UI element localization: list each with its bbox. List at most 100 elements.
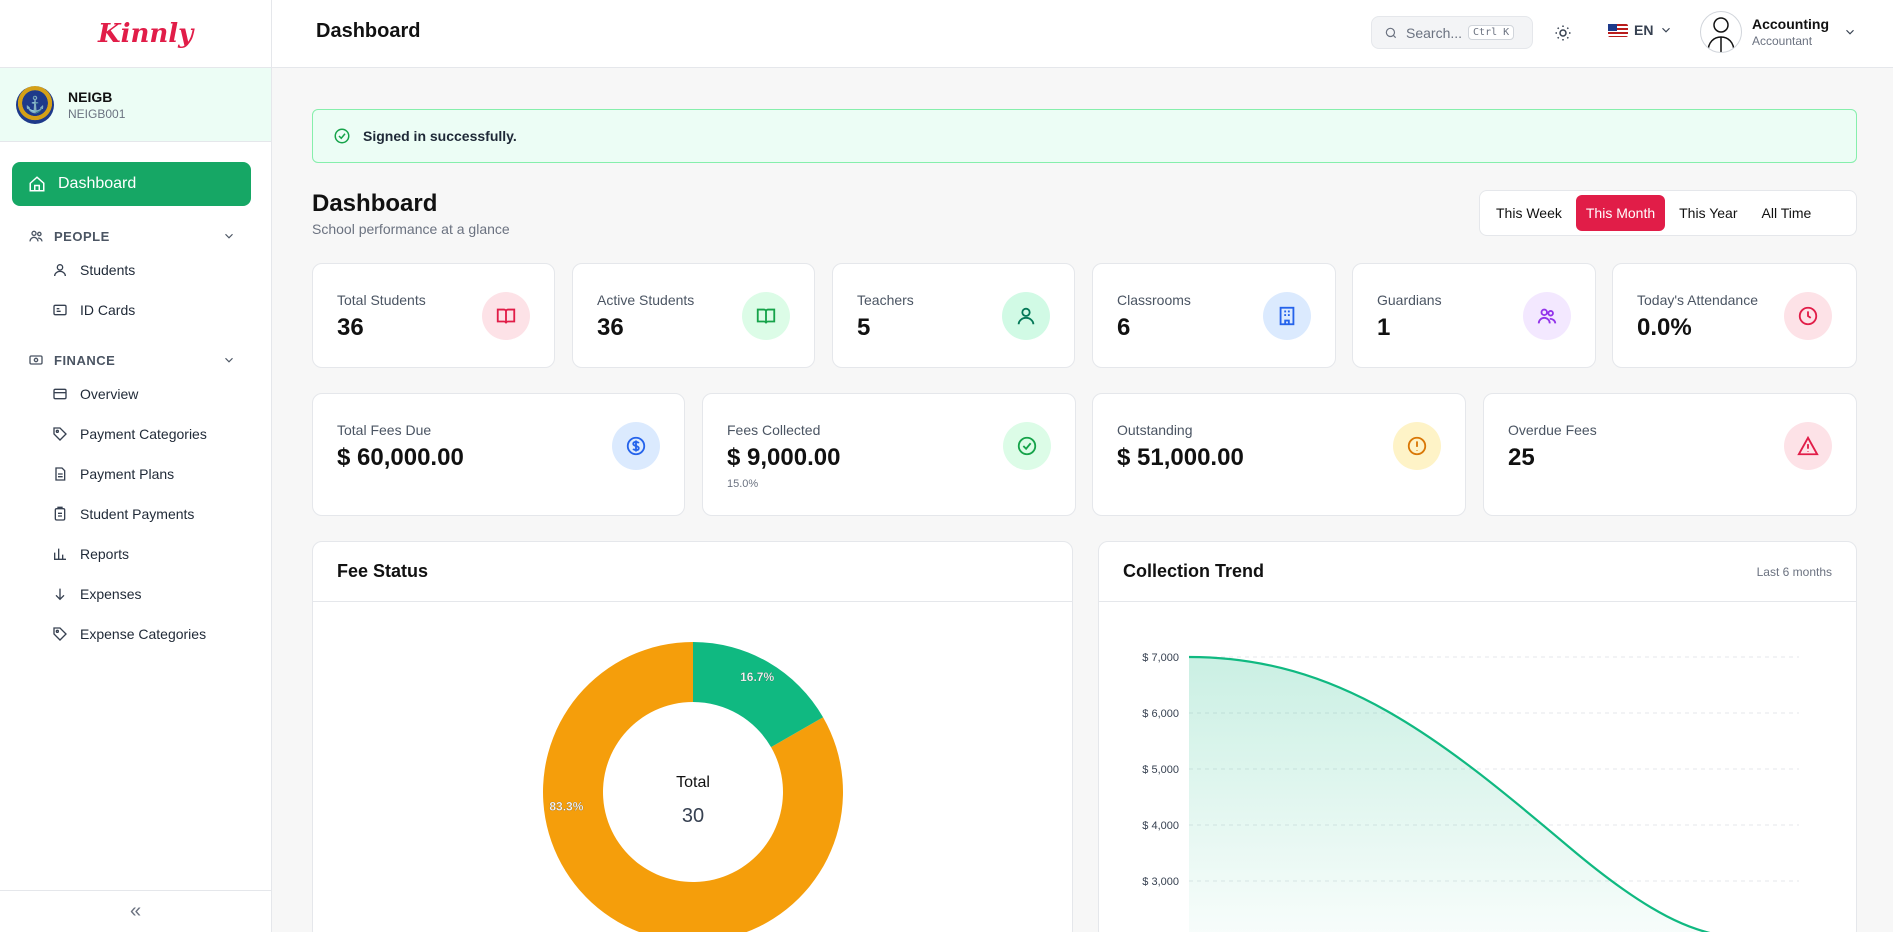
filter-this-month[interactable]: This Month <box>1575 195 1666 231</box>
sidebar-item-expense-categories[interactable]: Expense Categories <box>52 614 271 654</box>
y-tick-label: $ 6,000 <box>1142 708 1179 720</box>
sidebar-item-label: Expense Categories <box>80 626 207 642</box>
alert-text: Signed in successfully. <box>363 128 517 144</box>
language-selector[interactable]: EN <box>1608 22 1673 38</box>
id-card-icon <box>53 304 67 316</box>
people-icon <box>29 230 43 242</box>
user-avatar-icon <box>1707 17 1735 52</box>
language-label: EN <box>1634 22 1654 38</box>
stat-value: 36 <box>597 314 624 341</box>
stat-card-outstanding[interactable]: Outstanding $ 51,000.00 <box>1092 393 1466 516</box>
top-bar: Dashboard Search... Ctrl K EN Accounting… <box>272 0 1893 68</box>
stat-value: $ 60,000.00 <box>337 444 464 471</box>
sidebar-item-payment-categories[interactable]: Payment Categories <box>52 414 271 454</box>
user-icon <box>54 264 66 277</box>
sidebar-item-reports[interactable]: Reports <box>52 534 271 574</box>
page-subtitle: School performance at a glance <box>312 221 510 237</box>
dollar-icon <box>612 422 660 470</box>
tag-icon <box>53 427 67 441</box>
stat-card-total-fees-due[interactable]: Total Fees Due $ 60,000.00 <box>312 393 685 516</box>
book-icon <box>482 292 530 340</box>
sidebar-item-label: Expenses <box>80 586 142 602</box>
stat-card-total-students[interactable]: Total Students 36 <box>312 263 555 368</box>
y-tick-label: $ 3,000 <box>1142 876 1179 888</box>
stat-value: 6 <box>1117 314 1131 341</box>
donut-slice-label: 16.7% <box>740 670 774 684</box>
stat-card-fees-collected[interactable]: Fees Collected $ 9,000.00 15.0% <box>702 393 1076 516</box>
fee-status-donut-chart: 83.3% 16.7% Total 30 <box>543 642 843 932</box>
warning-icon <box>1784 422 1832 470</box>
user-menu[interactable]: Accounting Accountant <box>1700 11 1857 53</box>
stat-value: 25 <box>1508 444 1535 471</box>
stat-value: 5 <box>857 314 871 341</box>
filter-this-year[interactable]: This Year <box>1669 195 1747 231</box>
stat-card-overdue-fees[interactable]: Overdue Fees 25 <box>1483 393 1857 516</box>
donut-slice-label: 83.3% <box>549 800 583 814</box>
stat-label: Overdue Fees <box>1508 422 1597 438</box>
stat-card-todays-attendance[interactable]: Today's Attendance 0.0% <box>1612 263 1857 368</box>
book-open-icon <box>742 292 790 340</box>
section-people-label: PEOPLE <box>54 228 110 244</box>
sidebar-item-student-payments[interactable]: Student Payments <box>52 494 271 534</box>
sidebar-item-payment-plans[interactable]: Payment Plans <box>52 454 271 494</box>
stat-label: Today's Attendance <box>1637 292 1758 308</box>
stat-label: Total Students <box>337 292 426 308</box>
school-name: NEIGB <box>68 88 113 105</box>
clock-icon <box>1784 292 1832 340</box>
sidebar-item-students[interactable]: Students <box>52 250 271 290</box>
sun-icon <box>1555 25 1571 41</box>
search-icon <box>1385 27 1397 38</box>
stat-card-guardians[interactable]: Guardians 1 <box>1352 263 1596 368</box>
sidebar-item-label: Overview <box>80 386 139 402</box>
search-input[interactable]: Search... Ctrl K <box>1371 16 1533 49</box>
stat-value: $ 51,000.00 <box>1117 444 1244 471</box>
school-switcher[interactable]: ⚓ NEIGB NEIGB001 <box>0 68 271 142</box>
chevron-down-icon <box>1846 29 1854 35</box>
sidebar-item-label: Payment Categories <box>80 426 207 442</box>
stat-card-active-students[interactable]: Active Students 36 <box>572 263 815 368</box>
header-title: Dashboard <box>316 20 421 42</box>
alert-circle-icon <box>1393 422 1441 470</box>
stat-label: Active Students <box>597 292 695 308</box>
stat-card-classrooms[interactable]: Classrooms 6 <box>1092 263 1336 368</box>
collection-trend-panel: Collection Trend Last 6 months $ 7,000 $ … <box>1098 541 1857 932</box>
section-finance[interactable]: FINANCE <box>28 352 236 368</box>
chevron-down-icon <box>1662 27 1671 33</box>
home-icon <box>29 176 45 192</box>
y-tick-label: $ 4,000 <box>1142 820 1179 832</box>
sidebar-item-label: ID Cards <box>80 302 136 318</box>
sidebar-item-id-cards[interactable]: ID Cards <box>52 290 271 330</box>
document-icon <box>55 467 66 481</box>
sidebar-item-dashboard[interactable]: Dashboard <box>12 162 251 206</box>
section-finance-label: FINANCE <box>54 352 116 368</box>
sidebar-item-expenses[interactable]: Expenses <box>52 574 271 614</box>
stat-label: Outstanding <box>1117 422 1193 438</box>
bar-chart-icon <box>54 548 66 560</box>
period-filter: This Week This Month This Year All Time <box>1479 190 1857 236</box>
check-circle-icon <box>334 128 350 144</box>
section-people[interactable]: PEOPLE <box>28 228 236 244</box>
school-code: NEIGB001 <box>68 106 126 121</box>
donut-center-label: Total <box>676 774 710 791</box>
check-circle-icon <box>1003 422 1051 470</box>
sidebar-item-overview[interactable]: Overview <box>52 374 271 414</box>
sidebar-item-label: Students <box>80 262 136 278</box>
user-group-icon <box>1523 292 1571 340</box>
filter-all-time[interactable]: All Time <box>1752 195 1822 231</box>
fee-status-panel: Fee Status 83.3% 16.7% Total 30 <box>312 541 1073 932</box>
us-flag-icon <box>1608 23 1628 37</box>
collected-percentage: 15.0% <box>727 478 759 490</box>
panel-period: Last 6 months <box>1756 564 1832 579</box>
trend-area <box>1189 657 1706 932</box>
stat-card-teachers[interactable]: Teachers 5 <box>832 263 1075 368</box>
app-logo[interactable]: Kinnly <box>0 0 271 68</box>
success-alert: Signed in successfully. <box>312 109 1857 163</box>
user-role: Accountant <box>1752 34 1813 48</box>
sidebar-item-label: Payment Plans <box>80 466 175 482</box>
collapse-sidebar-button[interactable]: « <box>0 890 271 932</box>
school-crest-icon: ⚓ <box>16 85 54 124</box>
filter-this-week[interactable]: This Week <box>1486 195 1572 231</box>
theme-toggle-button[interactable] <box>1552 22 1574 44</box>
sidebar-item-label: Reports <box>80 546 130 562</box>
stat-label: Teachers <box>857 292 914 308</box>
